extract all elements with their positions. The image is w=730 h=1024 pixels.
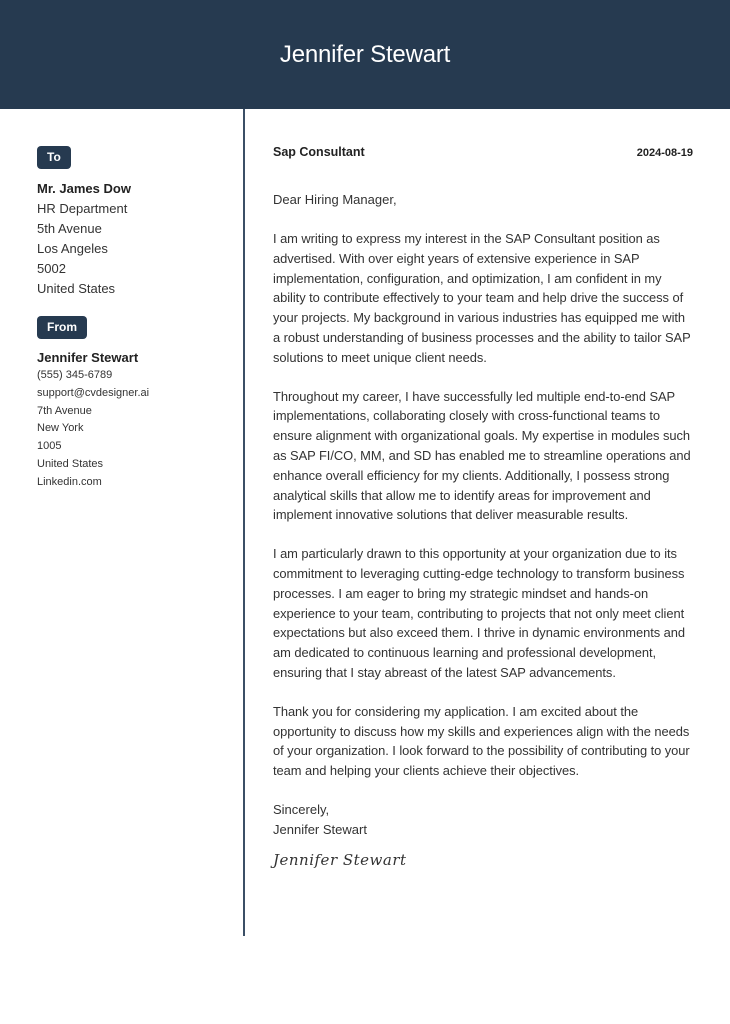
letter-date: 2024-08-19 [636, 147, 693, 159]
sender-block: Jennifer Stewart (555) 345-6789 support@… [37, 348, 237, 492]
applicant-name: Jennifer Stewart [279, 40, 451, 68]
recipient-country: United States [37, 281, 116, 296]
recipient-city: Los Angeles [37, 241, 108, 256]
sender-street: 7th Avenue [37, 404, 92, 417]
sender-email[interactable]: support@cvdesigner.ai [37, 385, 237, 403]
letter-body: Sap Consultant 2024-08-19 Dear Hiring Ma… [273, 145, 693, 869]
recipient-block: To Mr. James Dow HR Department 5th Avenu… [37, 146, 237, 299]
header-banner: Jennifer Stewart [0, 0, 730, 109]
paragraph-intro: I am writing to express my interest in t… [273, 231, 691, 365]
sender-linkedin[interactable]: Linkedin.com [37, 474, 237, 492]
closing-block: Sincerely, Jennifer Stewart [273, 800, 693, 840]
to-badge: To [37, 146, 71, 169]
job-title: Sap Consultant [273, 145, 365, 159]
recipient-postal-code: 5002 [37, 261, 66, 276]
recipient-department: HR Department [37, 201, 128, 216]
closing-name: Jennifer Stewart [273, 821, 367, 837]
paragraph-experience: Throughout my career, I have successfull… [273, 388, 691, 523]
sender-postal-code: 1005 [37, 440, 62, 453]
letter-title-row: Sap Consultant 2024-08-19 [273, 145, 693, 159]
sender-name: Jennifer Stewart [37, 350, 139, 365]
sender-city: New York [37, 422, 84, 435]
column-divider [243, 109, 245, 936]
closing-phrase: Sincerely, [273, 801, 330, 817]
salutation: Dear Hiring Manager, [273, 192, 397, 207]
recipient-name: Mr. James Dow [37, 181, 131, 196]
sender-phone: (555) 345-6789 [37, 369, 113, 381]
paragraph-closing: Thank you for considering my application… [273, 703, 690, 779]
signature: Jennifer Stewart [273, 850, 407, 869]
paragraph-motivation: I am particularly drawn to this opportun… [273, 546, 686, 680]
sender-badge-wrap: From [37, 316, 87, 339]
sender-country: United States [37, 457, 104, 470]
recipient-street: 5th Avenue [37, 221, 102, 236]
from-badge: From [37, 316, 87, 339]
